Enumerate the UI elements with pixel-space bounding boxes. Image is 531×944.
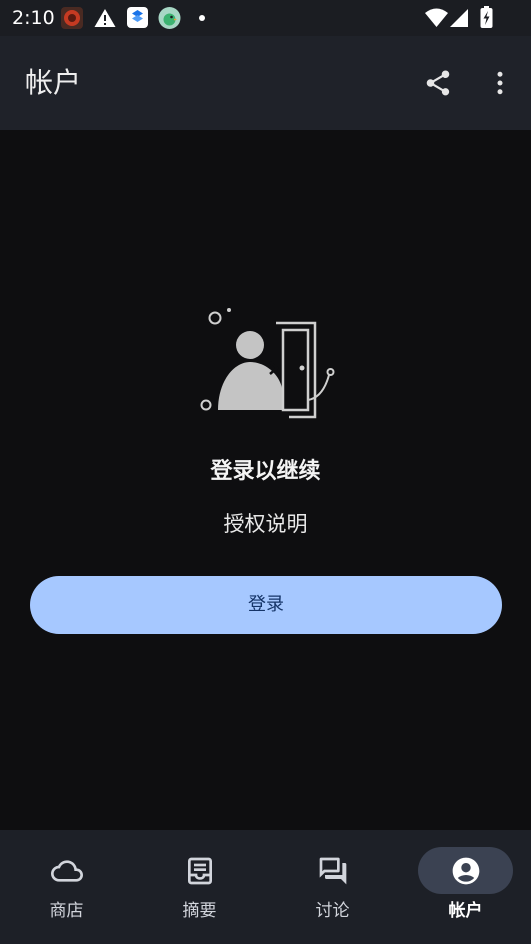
- status-bar: 2:10: [0, 0, 531, 36]
- nav-icon-container: [19, 847, 114, 894]
- more-vert-icon: [497, 71, 503, 95]
- nav-item-label: 帐户: [448, 901, 483, 921]
- nav-icon-container: [285, 847, 380, 894]
- page-title: 帐户: [25, 66, 82, 99]
- app-notification-icon: [61, 7, 83, 29]
- nav-item-label: 摘要: [182, 901, 217, 921]
- forum-icon: [319, 857, 346, 884]
- wifi-icon: [425, 8, 448, 27]
- bird-app-icon: [158, 7, 181, 29]
- nav-icon-container: [152, 847, 247, 894]
- share-icon: [426, 70, 450, 96]
- nav-item-label: 商店: [49, 901, 84, 921]
- empty-state-title: 登录以继续: [210, 459, 321, 484]
- account-circle-icon: [452, 857, 479, 884]
- bottom-navigation: 商店 摘要 讨论 帐户: [0, 830, 531, 944]
- nav-item-label: 讨论: [315, 901, 350, 921]
- warning-icon: [94, 9, 116, 27]
- layers-app-icon: [127, 7, 148, 28]
- article-icon: [187, 857, 212, 884]
- login-button-label: 登录: [248, 594, 284, 615]
- cellular-signal-icon: [450, 9, 468, 27]
- nav-item-account[interactable]: 帐户: [399, 830, 531, 944]
- status-icons: [61, 6, 493, 29]
- battery-charging-icon: [480, 6, 493, 28]
- app-bar: 帐户: [0, 36, 531, 130]
- nav-icon-container: [418, 847, 513, 894]
- nav-item-store[interactable]: 商店: [0, 830, 133, 944]
- share-button[interactable]: [423, 68, 453, 98]
- more-options-button[interactable]: [485, 68, 515, 98]
- nav-item-discussion[interactable]: 讨论: [266, 830, 399, 944]
- empty-state-subtitle: 授权说明: [223, 512, 308, 536]
- more-notifications-dot-icon: [199, 15, 205, 21]
- cloud-icon: [50, 859, 83, 882]
- login-button[interactable]: 登录: [30, 576, 502, 634]
- nav-item-digest[interactable]: 摘要: [133, 830, 266, 944]
- login-door-illustration: [200, 308, 335, 419]
